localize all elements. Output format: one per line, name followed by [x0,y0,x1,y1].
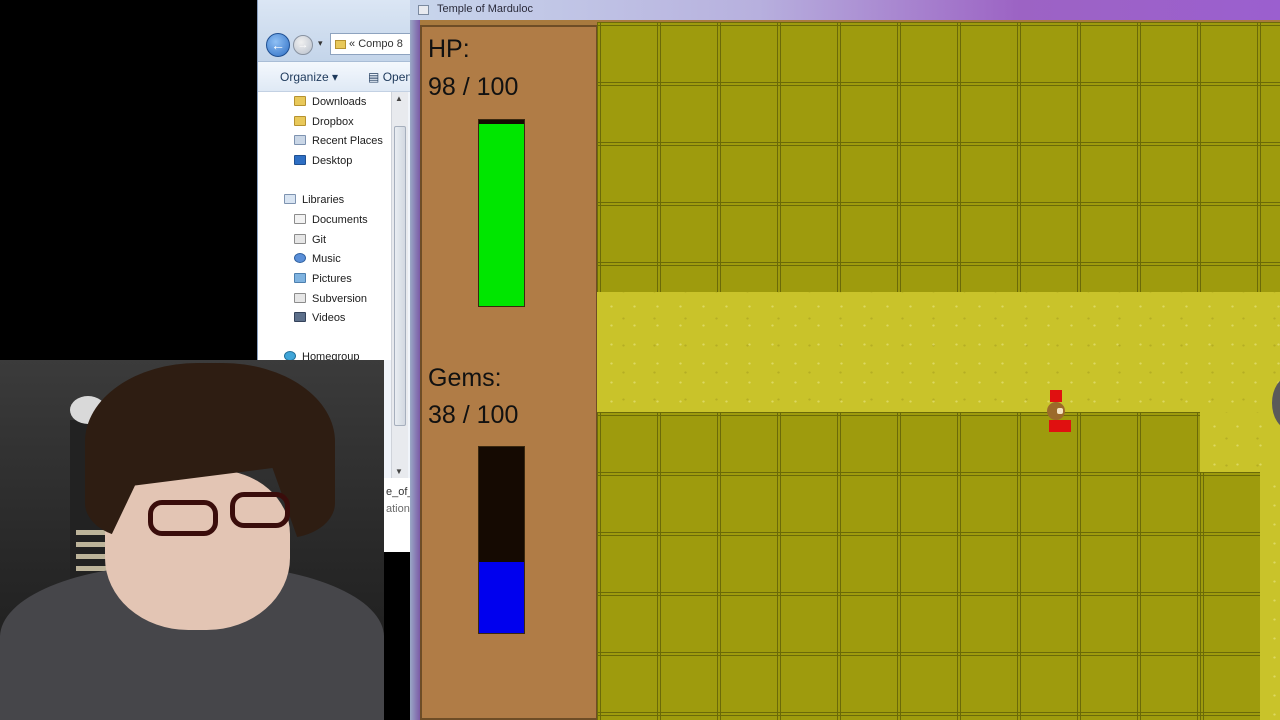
gems-bar [478,446,525,634]
game-window: Temple of Marduloc HP: 98 / 100 Gems: 38… [410,0,1280,720]
gems-label: Gems: [428,364,502,392]
nav-item-desktop[interactable]: Desktop [294,155,352,167]
player-hat [1050,390,1062,402]
wall-tiles-bottom [597,412,1200,720]
open-label: Open [382,70,413,84]
organize-menu[interactable]: Organize ▾ [280,70,338,84]
folder-icon [294,96,306,106]
gems-bar-fill [479,562,524,633]
webcam-overlay [0,360,384,720]
history-dropdown-icon[interactable]: ▾ [318,38,323,49]
scroll-down-icon[interactable]: ▼ [395,467,403,476]
gems-value: 38 / 100 [428,401,519,429]
explorer-chrome: ← → ▾ « Compo 8 [258,0,420,62]
wall-tiles-top [597,22,1280,292]
navigation-pane: Downloads Dropbox Recent Places Desktop … [258,92,398,363]
nav-item-label: Videos [312,312,346,324]
documents-icon [294,214,306,224]
scroll-up-icon[interactable]: ▲ [395,94,403,103]
libraries-icon [284,194,296,204]
address-text: Compo 8 [358,38,403,50]
hp-bar [478,119,525,307]
webcam-person-glasses-left [148,500,218,536]
nav-item-libraries[interactable]: Libraries [284,194,344,206]
folder-icon [335,39,346,49]
nav-item-label: Recent Places [312,135,383,147]
nav-item-label: Dropbox [312,116,354,128]
nav-item-label: Music [312,253,341,265]
back-arrow-icon[interactable]: ← [266,33,290,57]
app-window-icon [418,5,429,15]
pictures-icon [294,273,306,283]
window-title: Temple of Marduloc [437,3,533,15]
nav-item-dropbox[interactable]: Dropbox [294,116,354,128]
floor-side-passage [1260,472,1280,720]
window-frame [410,20,420,720]
hp-label: HP: [428,35,470,63]
nav-item-subversion[interactable]: Subversion [294,293,367,305]
nav-item-documents[interactable]: Documents [294,214,368,226]
player-character [1047,390,1071,434]
nav-item-music[interactable]: Music [294,253,341,265]
screen: ← → ▾ « Compo 8 Organize ▾ ▤ Open Downlo… [0,0,1280,720]
explorer-toolbar: Organize ▾ ▤ Open [258,62,418,92]
recent-places-icon [294,135,306,145]
wall-tiles-bottom-right [1200,472,1260,720]
player-face [1057,408,1063,414]
folder-icon [294,116,306,126]
nav-item-downloads[interactable]: Downloads [294,96,366,108]
player-feet [1049,420,1071,432]
library-icon [294,293,306,303]
hp-value: 98 / 100 [428,73,519,101]
file-type-fragment: ation [386,503,410,515]
open-button[interactable]: ▤ Open [368,70,412,84]
nav-item-label: Subversion [312,293,368,305]
address-prefix: « [349,38,356,50]
nav-item-label: Documents [312,214,368,226]
nav-item-label: Desktop [312,155,353,167]
nav-item-label: Downloads [312,96,367,108]
nav-item-videos[interactable]: Videos [294,312,345,324]
forward-arrow-icon[interactable]: → [293,35,313,55]
game-titlebar[interactable]: Temple of Marduloc [410,0,1280,20]
floor-corridor-corner [1200,412,1280,472]
desktop-icon [294,155,306,165]
scrollbar-thumb[interactable] [394,126,406,426]
nav-item-recent-places[interactable]: Recent Places [294,135,383,147]
nav-item-label: Git [312,234,327,246]
navigation-scrollbar[interactable]: ▲ ▼ [391,92,408,478]
library-icon [294,234,306,244]
nav-item-git[interactable]: Git [294,234,326,246]
nav-item-pictures[interactable]: Pictures [294,273,352,285]
webcam-person-glasses-right [230,492,290,528]
floor-corridor [597,292,1280,412]
hud-panel: HP: 98 / 100 Gems: 38 / 100 [420,25,598,720]
address-bar[interactable]: « Compo 8 [330,33,420,55]
nav-item-label: Libraries [302,194,345,206]
game-playfield[interactable] [597,22,1280,720]
music-note-icon [294,253,306,263]
hp-bar-fill [479,123,524,306]
videos-icon [294,312,306,322]
open-icon: ▤ [368,70,380,84]
nav-item-label: Pictures [312,273,352,285]
